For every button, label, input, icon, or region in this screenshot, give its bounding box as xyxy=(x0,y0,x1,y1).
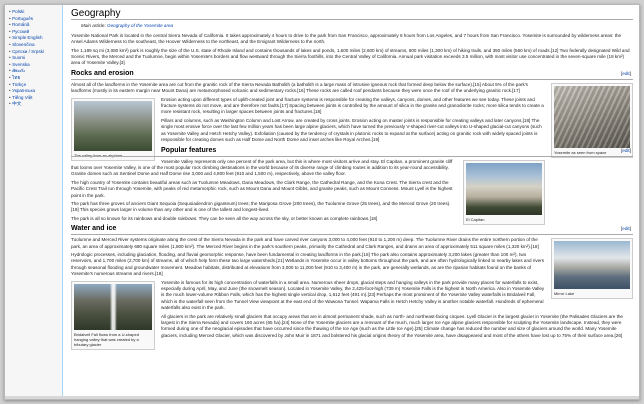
geography-paragraph-1: Yosemite National Park is located in the… xyxy=(71,32,622,45)
rocks-paragraph-3: Pillars and columns, such as Washington … xyxy=(161,117,542,143)
edit-label[interactable]: edit xyxy=(622,71,629,76)
edit-bracket-close: ] xyxy=(629,147,631,153)
edit-bracket-close: ] xyxy=(629,70,631,76)
water-paragraph-1: Tuolumne and Merced River systems origin… xyxy=(71,237,539,249)
hatnote-link[interactable]: Geography of the Yosemite area xyxy=(107,23,173,28)
language-link[interactable]: Українська xyxy=(9,88,62,95)
el-capitan-image[interactable] xyxy=(466,162,542,215)
edit-label[interactable]: edit xyxy=(622,148,629,153)
hatnote: Main article: Geography of the Yosemite … xyxy=(71,23,633,29)
space-view-image[interactable] xyxy=(554,85,630,148)
browser-frame: Polski Português Română Русский Simple E… xyxy=(4,4,640,400)
valley-image[interactable] xyxy=(74,100,152,151)
language-link[interactable]: Српски / Srpski xyxy=(9,49,62,56)
edit-link-water[interactable]: [edit] xyxy=(621,224,631,233)
edit-bracket-close: ] xyxy=(629,226,631,232)
language-link[interactable]: Română xyxy=(9,22,62,29)
language-link[interactable]: Suomi xyxy=(9,55,62,62)
language-link[interactable]: తెలుగు xyxy=(9,68,62,75)
section-heading-water-ice: Water and ice [edit] xyxy=(71,224,633,236)
popular-heading-text: Popular features xyxy=(161,146,217,154)
language-link[interactable]: Português xyxy=(9,16,62,23)
geography-paragraph-2: The 1,189 sq mi (3,080 km²) park is roug… xyxy=(71,47,630,66)
language-link[interactable]: Polski xyxy=(9,9,62,16)
hatnote-prefix: Main article: xyxy=(81,23,108,29)
rocks-paragraph-2: Erosion acting upon different types of u… xyxy=(161,96,544,115)
section-title-geography: Geography xyxy=(71,8,633,21)
rocks-paragraph-1: Almost all of the landforms in the Yosem… xyxy=(71,81,528,94)
edit-label[interactable]: edit xyxy=(622,226,629,231)
water-paragraph-3: Yosemite is famous for its high concentr… xyxy=(161,279,545,311)
language-link[interactable]: Русский xyxy=(9,29,62,36)
bridalveil-fall-image[interactable] xyxy=(74,283,152,330)
thumbnail-caption: Bridalveil Fall flows from a U-shaped ha… xyxy=(74,331,139,347)
edit-link-rocks[interactable]: [edit] xyxy=(621,69,631,78)
language-link[interactable]: Simple English xyxy=(9,35,62,42)
thumbnail-el-capitan: El Capitan xyxy=(463,159,545,225)
language-link[interactable]: Svenska xyxy=(9,62,62,69)
popular-paragraph-4: The park is all so known for its rainbow… xyxy=(71,215,378,221)
article-content: Geography Main article: Geography of the… xyxy=(63,5,639,399)
thumbnail-caption: El Capitan xyxy=(466,216,485,222)
thumbnail-bridalveil-fall: Bridalveil Fall flows from a U-shaped ha… xyxy=(71,280,155,350)
language-sidebar: Polski Português Română Русский Simple E… xyxy=(5,5,63,399)
mirror-lake-image[interactable] xyxy=(554,241,630,290)
language-link[interactable]: 中文 xyxy=(9,101,62,108)
water-heading-text: Water and ice xyxy=(71,225,117,233)
popular-paragraph-1: Yosemite Valley represents only one perc… xyxy=(71,158,453,177)
language-link[interactable]: ไทย xyxy=(9,75,62,82)
thumbnail-mirror-lake: Mirror Lake xyxy=(551,238,633,300)
rocks-heading-text: Rocks and erosion xyxy=(71,69,134,77)
edit-link-popular[interactable]: [edit] xyxy=(621,146,631,155)
language-link[interactable]: Türkçe xyxy=(9,82,62,89)
language-link[interactable]: Slovenčina xyxy=(9,42,62,49)
water-paragraph-4: All glaciers in the park are relatively … xyxy=(161,313,623,338)
section-heading-popular-features: Popular features [edit] xyxy=(71,146,633,157)
water-paragraph-2: Hydrologic processes, including glaciati… xyxy=(71,251,545,277)
thumbnail-caption: Mirror Lake xyxy=(554,291,575,297)
window-bottom-edge xyxy=(5,396,639,399)
popular-paragraph-3: The park has three groves of ancient Gia… xyxy=(71,200,451,213)
popular-paragraph-2: The high country of Yosemite contains be… xyxy=(71,179,453,198)
section-heading-rocks: Rocks and erosion [edit] xyxy=(71,69,633,80)
